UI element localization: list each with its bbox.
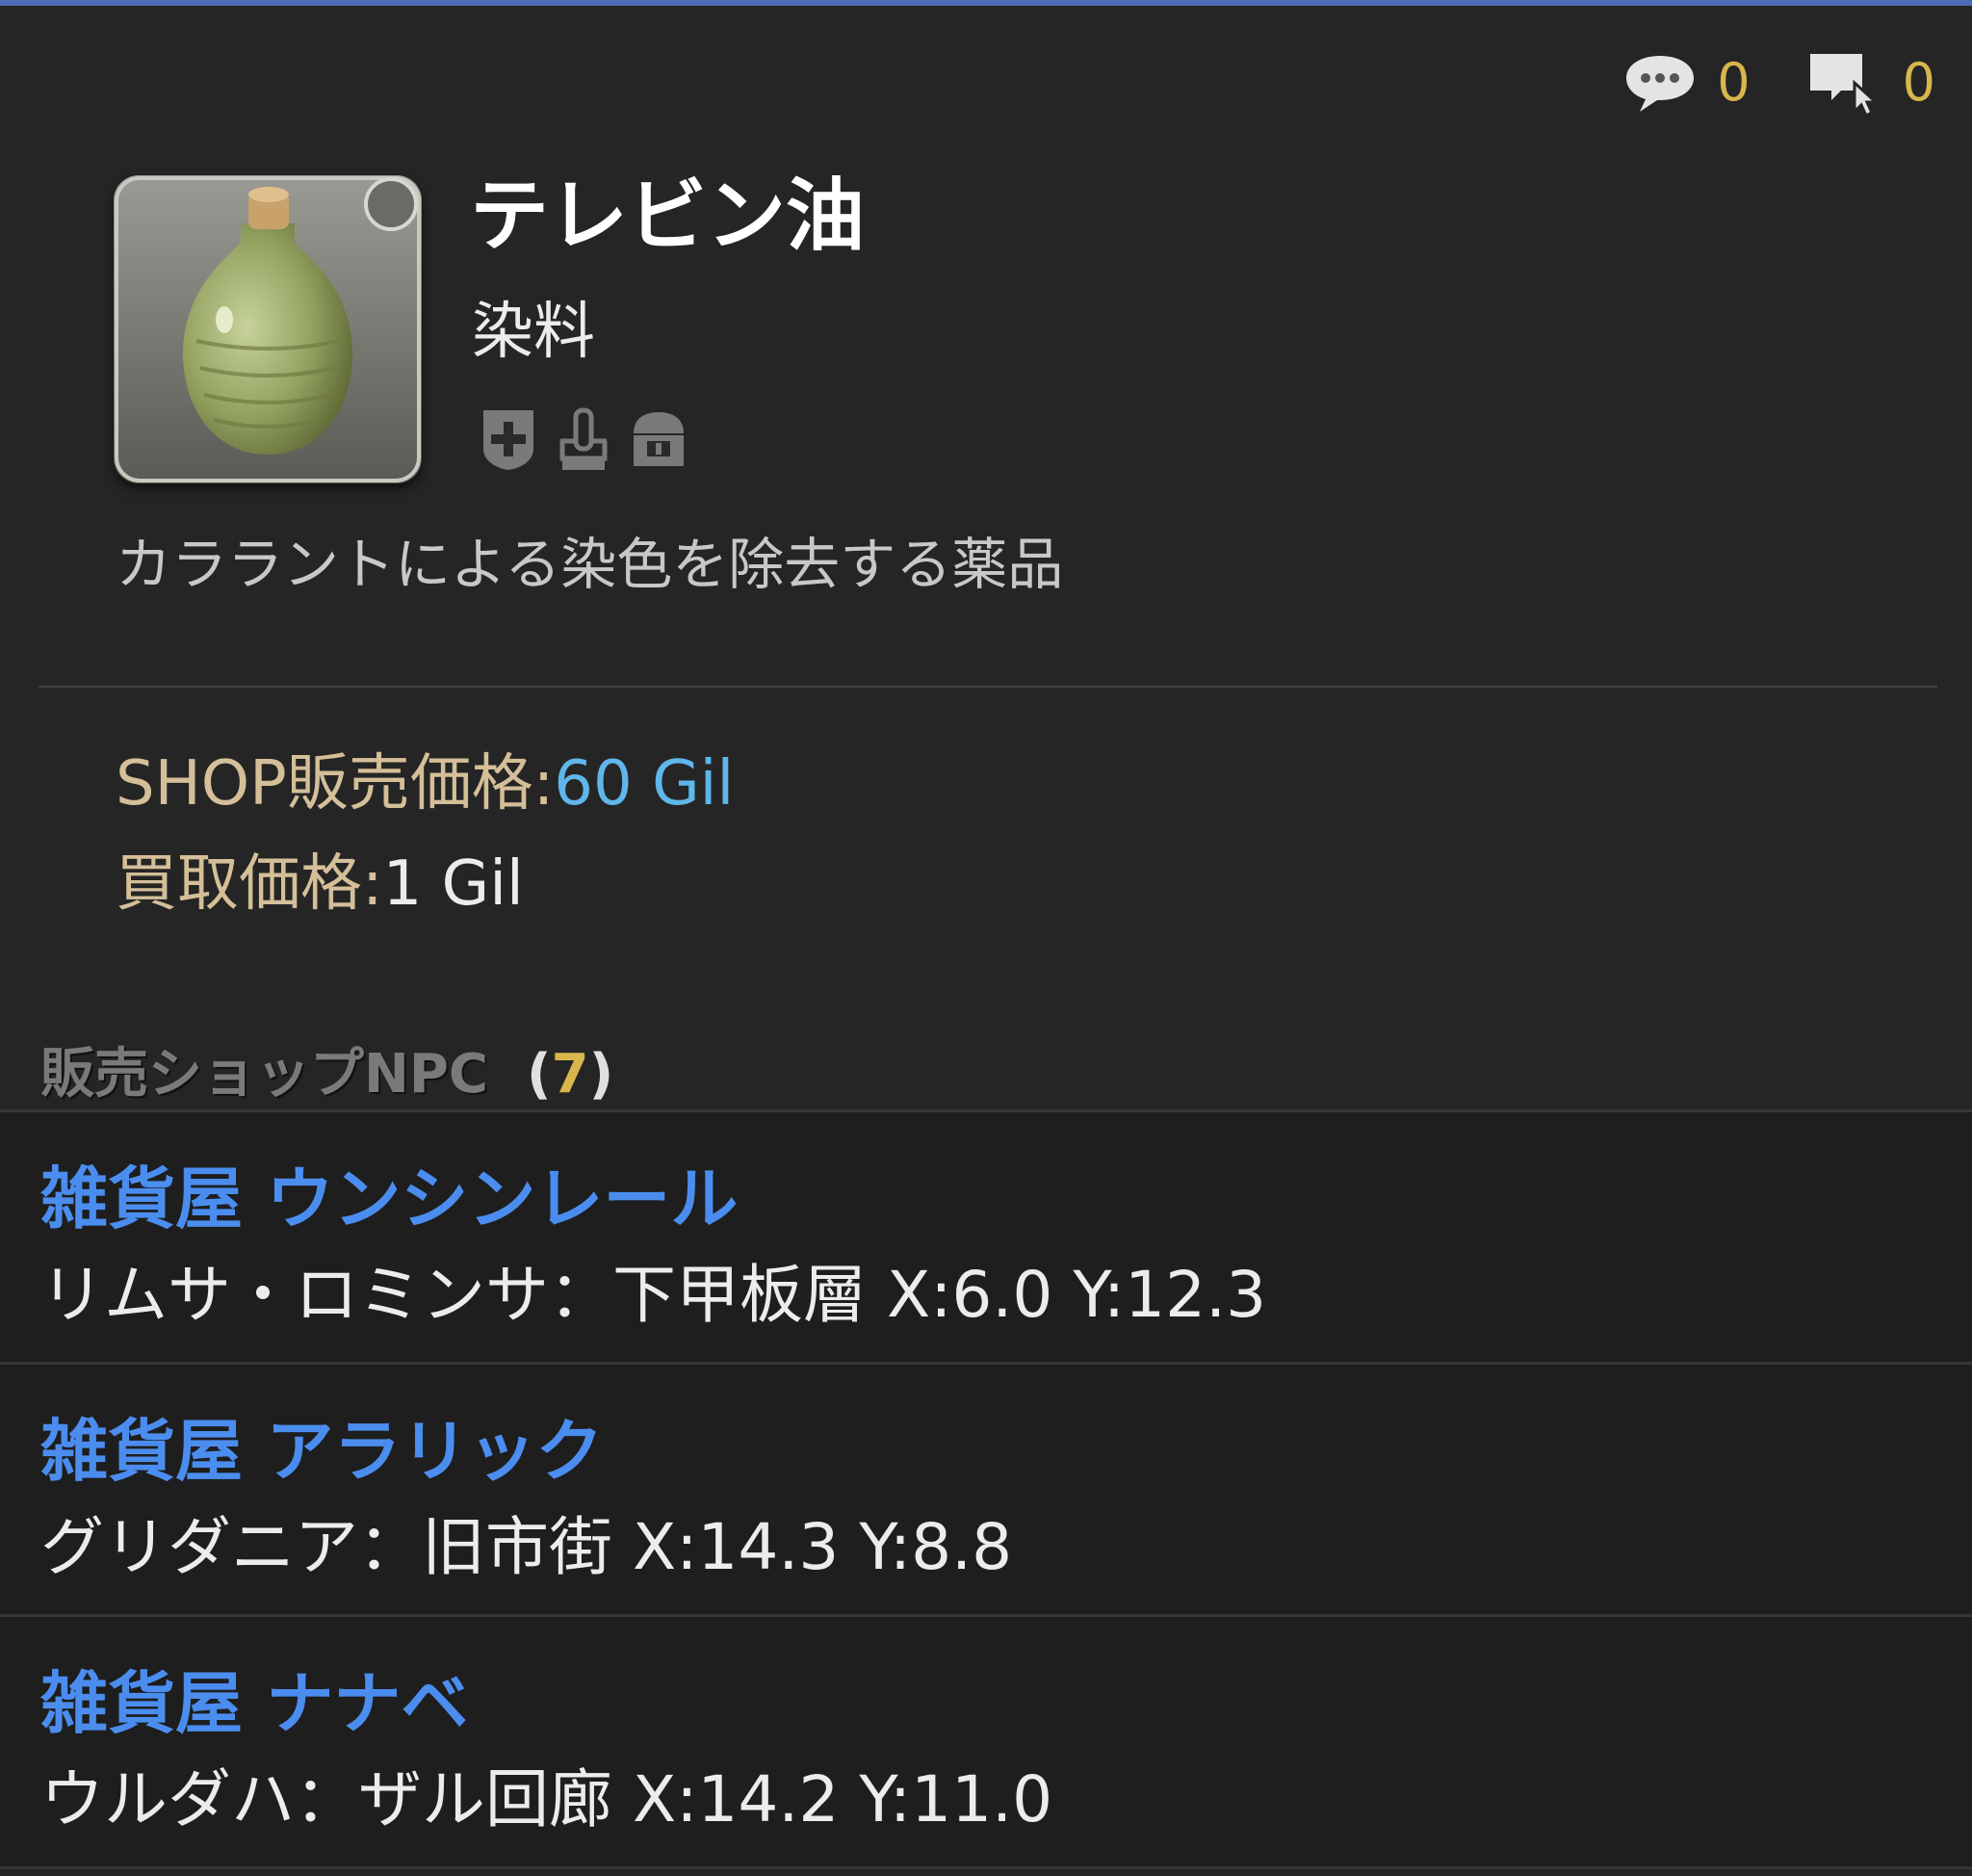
buy-price-label: 買取価格: xyxy=(116,848,383,920)
npc-list-item[interactable]: 雑貨屋 ナナベ ウルダハ：ザル回廊 X:14.2 Y:11.0 xyxy=(0,1617,1972,1869)
top-accent-bar xyxy=(0,0,1972,6)
counters: 0 0 xyxy=(1622,48,1935,117)
npc-list-item[interactable]: 雑貨屋 ウンシンレール リムサ・ロミンサ：下甲板層 X:6.0 Y:12.3 xyxy=(0,1112,1972,1365)
buy-price-row: 買取価格:1 Gil xyxy=(116,847,524,922)
npc-location: グリダニア：旧市街 X:14.3 Y:8.8 xyxy=(40,1510,1013,1584)
npc-list: 雑貨屋 ウンシンレール リムサ・ロミンサ：下甲板層 X:6.0 Y:12.3 雑… xyxy=(0,1109,1972,1869)
bookmarks-counter[interactable]: 0 xyxy=(1806,48,1935,117)
comments-counter[interactable]: 0 xyxy=(1622,52,1751,114)
item-name: テレビン油 xyxy=(470,170,866,262)
bookmark-pointer-icon xyxy=(1809,54,1880,117)
shop-price-label: SHOP販売価格: xyxy=(116,748,555,820)
count-close-paren: ) xyxy=(588,1043,614,1106)
count-open-paren: ( xyxy=(527,1043,552,1106)
divider xyxy=(39,686,1937,688)
pottery-jar-icon xyxy=(114,175,422,483)
item-description: カララントによる染色を除去する薬品 xyxy=(116,532,1064,597)
npc-section-header: 販売ショップNPC (7) xyxy=(40,1030,613,1108)
comments-count: 0 xyxy=(1717,52,1751,113)
npc-location: ウルダハ：ザル回廊 X:14.2 Y:11.0 xyxy=(40,1762,1053,1837)
npc-count-number: 7 xyxy=(551,1043,589,1106)
bookmarks-count: 0 xyxy=(1902,52,1935,113)
buy-price-value: 1 Gil xyxy=(382,848,524,920)
npc-name-link[interactable]: 雑貨屋 ナナベ xyxy=(40,1665,468,1743)
npc-list-item[interactable]: 雑貨屋 アラリック グリダニア：旧市街 X:14.3 Y:8.8 xyxy=(0,1365,1972,1617)
item-category: 染料 xyxy=(472,297,595,368)
item-icon-frame xyxy=(114,175,422,483)
item-badges xyxy=(478,404,689,474)
npc-name-link[interactable]: 雑貨屋 アラリック xyxy=(40,1413,603,1491)
shop-price-row: SHOP販売価格:60 Gil xyxy=(116,747,734,821)
plus-badge-icon xyxy=(483,410,533,470)
npc-section-title: 販売ショップNPC xyxy=(40,1043,489,1106)
npc-section-count: (7) xyxy=(527,1043,613,1106)
speech-bubble-icon xyxy=(1626,56,1695,112)
npc-location: リムサ・ロミンサ：下甲板層 X:6.0 Y:12.3 xyxy=(40,1258,1267,1332)
chest-badge-icon xyxy=(634,412,684,466)
npc-name-link[interactable]: 雑貨屋 ウンシンレール xyxy=(40,1160,738,1238)
shop-price-value: 60 Gil xyxy=(554,748,735,820)
hand-badge-icon xyxy=(559,407,608,470)
